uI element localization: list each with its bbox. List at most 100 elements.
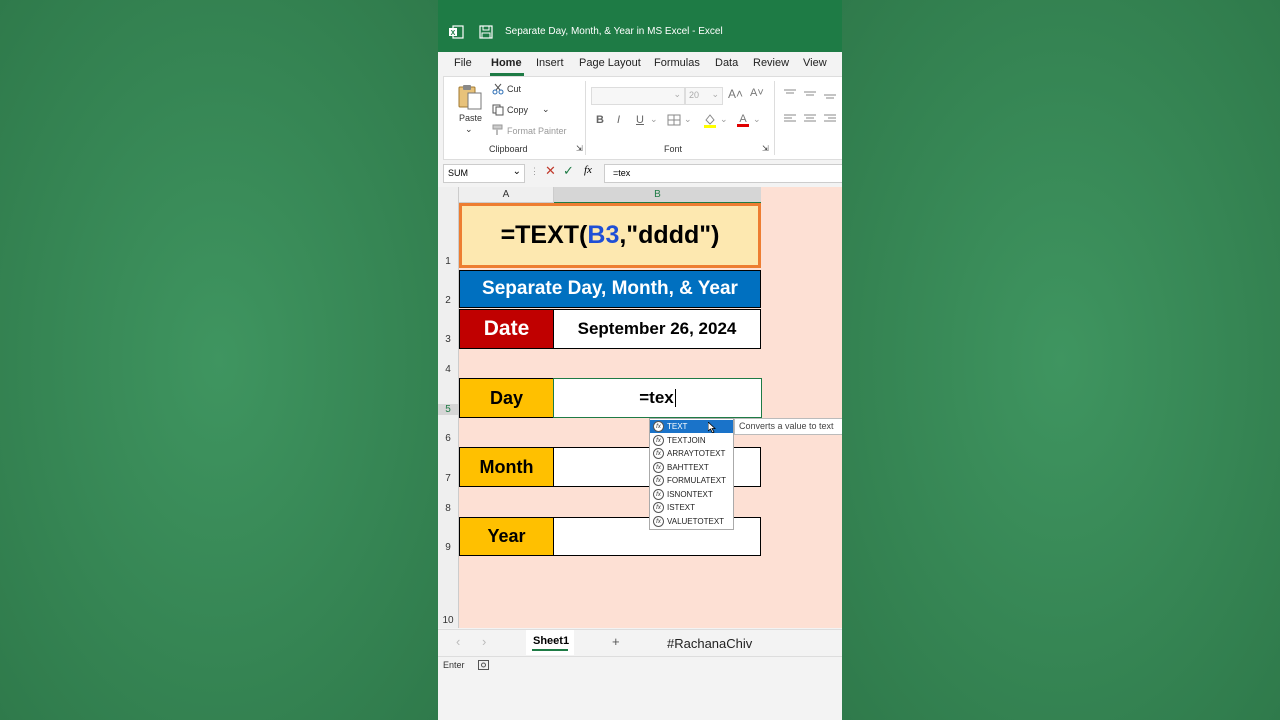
chevron-down-icon: ⌄ <box>711 89 719 99</box>
formula-banner-cell[interactable]: =TEXT(B3 ,"dddd") <box>459 203 761 268</box>
paste-label[interactable]: Paste <box>459 113 482 123</box>
function-icon: fx <box>653 421 664 432</box>
cut-label[interactable]: Cut <box>507 84 521 94</box>
chevron-down-icon: ⌄ <box>512 166 521 177</box>
font-group-label: Font <box>664 144 683 154</box>
alignment-icons[interactable] <box>782 87 842 127</box>
formula-banner-suffix: ,"dddd") <box>619 221 720 249</box>
italic-button[interactable]: I <box>617 114 620 126</box>
font-size-select[interactable]: 20 ⌄ <box>685 87 723 105</box>
function-autocomplete-list: fx TEXT fx TEXTJOIN fx ARRAYTOTEXT fx BAHTTE… <box>649 418 734 530</box>
menu-insert[interactable]: Insert <box>536 57 564 69</box>
select-all-corner[interactable] <box>438 187 459 203</box>
save-icon[interactable] <box>478 24 494 40</box>
row-header-3[interactable]: 3 <box>438 334 458 345</box>
svg-text:A: A <box>739 113 747 125</box>
increase-font-icon[interactable]: A˄ <box>728 87 743 101</box>
chevron-down-icon[interactable]: ⌄ <box>650 114 658 125</box>
menu-review[interactable]: Review <box>753 57 789 69</box>
cut-icon[interactable] <box>492 83 504 95</box>
worksheet-grid[interactable]: A B 1 2 3 4 5 6 7 8 9 10 =TEXT(B3 ,"dddd"… <box>438 187 842 628</box>
menu-home[interactable]: Home <box>491 57 522 69</box>
function-icon: fx <box>653 516 664 527</box>
function-tooltip-text: Converts a value to text <box>739 421 834 431</box>
menu-page-layout[interactable]: Page Layout <box>579 57 641 69</box>
text-cursor <box>674 389 676 407</box>
autocomplete-item[interactable]: fx BAHTTEXT <box>650 461 733 474</box>
borders-icon[interactable] <box>667 114 681 126</box>
watermark-text: #RachanaChiv <box>667 636 753 651</box>
copy-icon[interactable] <box>492 104 504 116</box>
autocomplete-item[interactable]: fx ISTEXT <box>650 501 733 514</box>
autocomplete-item[interactable]: fx FORMULATEXT <box>650 474 733 487</box>
row-header-10[interactable]: 10 <box>438 615 458 626</box>
year-label-cell[interactable]: Year <box>459 517 554 556</box>
sheet-tab-sheet1[interactable]: Sheet1 <box>526 630 574 655</box>
format-painter-icon[interactable] <box>492 124 504 136</box>
autocomplete-item[interactable]: fx TEXT <box>650 420 733 433</box>
chevron-down-icon[interactable]: ⌄ <box>684 114 692 125</box>
formula-bar: SUM ⌄ ⋮ ✕ ✓ fx =tex <box>438 162 842 184</box>
day-formula-cell[interactable]: =tex <box>553 378 762 418</box>
cancel-icon[interactable]: ✕ <box>545 163 556 179</box>
menu-data[interactable]: Data <box>715 57 738 69</box>
formula-banner-prefix: =TEXT( <box>500 221 588 249</box>
row-header-2[interactable]: 2 <box>438 295 458 306</box>
row-header-1[interactable]: 1 <box>438 256 458 267</box>
status-bar: Enter <box>438 656 842 673</box>
paste-icon[interactable] <box>456 83 484 111</box>
menu-bar: File Home Insert Page Layout Formulas Da… <box>438 52 842 76</box>
formula-input[interactable]: =tex <box>604 164 842 183</box>
autocomplete-item[interactable]: fx TEXTJOIN <box>650 434 733 447</box>
enter-icon[interactable]: ✓ <box>563 163 574 179</box>
underline-button[interactable]: U <box>636 114 644 126</box>
title-bar: X Separate Day, Month, & Year in MS Exce… <box>438 0 842 52</box>
scroll-right-icon[interactable]: › <box>482 634 486 649</box>
menu-file[interactable]: File <box>454 57 472 69</box>
function-icon: fx <box>653 435 664 446</box>
day-label-cell[interactable]: Day <box>459 378 554 418</box>
copy-label[interactable]: Copy <box>507 105 528 115</box>
excel-window: X Separate Day, Month, & Year in MS Exce… <box>438 0 842 720</box>
row-header-7[interactable]: 7 <box>438 473 458 484</box>
menu-view[interactable]: View <box>803 57 827 69</box>
scroll-left-icon[interactable]: ‹ <box>456 634 460 649</box>
formula-text: =tex <box>613 168 631 178</box>
accessibility-icon[interactable] <box>478 660 489 670</box>
autocomplete-item[interactable]: fx VALUETOTEXT <box>650 515 733 528</box>
month-label-cell[interactable]: Month <box>459 447 554 487</box>
row-header-9[interactable]: 9 <box>438 542 458 553</box>
column-header-b[interactable]: B <box>554 187 761 204</box>
column-header-a[interactable]: A <box>459 187 554 203</box>
ribbon: Paste ⌄ Cut Copy ⌄ Format Painter Clipbo… <box>443 76 842 160</box>
copy-dropdown-icon[interactable]: ⌄ <box>542 104 550 115</box>
add-sheet-button[interactable]: + <box>612 634 620 649</box>
format-painter-label[interactable]: Format Painter <box>507 126 567 136</box>
row-header-5[interactable]: 5 <box>438 404 458 415</box>
background-left <box>0 0 438 720</box>
sheet-tab-label: Sheet1 <box>533 635 570 647</box>
paste-dropdown-icon[interactable]: ⌄ <box>465 124 473 135</box>
chevron-down-icon[interactable]: ⌄ <box>720 114 728 125</box>
font-family-select[interactable]: ⌄ <box>591 87 685 105</box>
row-header-4[interactable]: 4 <box>438 364 458 375</box>
function-icon: fx <box>653 448 664 459</box>
date-value-cell[interactable]: September 26, 2024 <box>553 309 761 349</box>
fill-color-icon[interactable] <box>703 112 717 128</box>
clipboard-launcher-icon[interactable]: ⇲ <box>576 144 583 153</box>
window-title: Separate Day, Month, & Year in MS Excel … <box>505 26 723 37</box>
bold-button[interactable]: B <box>596 114 604 126</box>
menu-formulas[interactable]: Formulas <box>654 57 700 69</box>
row-header-8[interactable]: 8 <box>438 503 458 514</box>
title-header-cell[interactable]: Separate Day, Month, & Year <box>459 270 761 308</box>
autocomplete-item[interactable]: fx ISNONTEXT <box>650 488 733 501</box>
chevron-down-icon[interactable]: ⌄ <box>753 114 761 125</box>
name-box[interactable]: SUM ⌄ <box>443 164 525 183</box>
insert-function-icon[interactable]: fx <box>584 164 592 176</box>
font-color-icon[interactable]: A <box>736 111 750 128</box>
date-label-cell[interactable]: Date <box>459 309 554 349</box>
autocomplete-item[interactable]: fx ARRAYTOTEXT <box>650 447 733 460</box>
font-launcher-icon[interactable]: ⇲ <box>762 144 769 153</box>
decrease-font-icon[interactable]: A˅ <box>750 87 764 99</box>
row-header-6[interactable]: 6 <box>438 433 458 444</box>
